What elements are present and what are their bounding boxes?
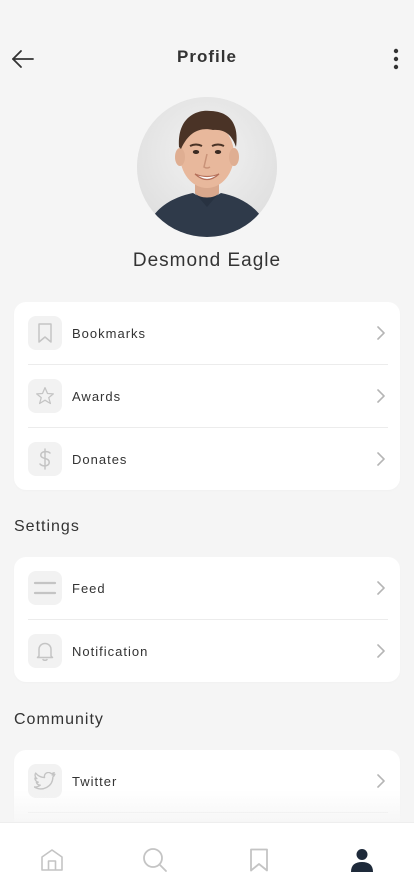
menu-item-donates[interactable]: Donates [28,427,388,490]
settings-section-title: Settings [14,518,80,535]
menu-item-label: Awards [72,388,122,404]
twitter-icon-wrap [28,764,62,798]
menu-item-bookmarks[interactable]: Bookmarks [28,302,388,364]
menu-item-awards[interactable]: Awards [28,364,388,427]
menu-item-label: Feed [72,580,106,596]
avatar[interactable] [137,97,277,237]
chevron-right-icon [374,389,388,403]
menu-item-label: Notification [72,643,149,659]
tab-bookmarks[interactable] [239,843,279,877]
home-icon [40,849,63,871]
star-icon [36,387,54,405]
page-title: Profile [177,47,237,66]
tab-search[interactable] [135,843,175,877]
menu-item-label: Donates [72,451,128,467]
bookmark-icon [249,848,268,872]
more-options-button[interactable] [386,44,406,74]
more-vertical-icon [393,48,399,70]
menu-item-label: Bookmarks [72,325,147,341]
bookmark-icon-wrap [28,316,62,350]
twitter-icon [34,772,56,790]
user-name: Desmond Eagle [132,250,282,271]
community-section-title: Community [14,711,104,728]
chevron-right-icon [374,644,388,658]
bell-icon-wrap [28,634,62,668]
bell-icon [36,642,54,661]
chevron-right-icon [374,326,388,340]
star-icon-wrap [28,379,62,413]
chevron-right-icon [374,581,388,595]
menu-item-feed[interactable]: Feed [28,557,388,619]
search-icon [143,848,168,872]
menu-item-twitter[interactable]: Twitter [28,750,388,812]
avatar-photo [137,97,277,237]
dollar-icon-wrap [28,442,62,476]
tab-home[interactable] [32,843,72,877]
tab-bar [0,822,414,896]
bookmark-icon [38,323,52,343]
menu-item-notification[interactable]: Notification [28,619,388,682]
community-card: Twitter [14,750,400,830]
feed-icon [33,581,57,595]
profile-icon [351,849,374,872]
menu-item-label: Twitter [72,773,118,789]
chevron-right-icon [374,452,388,466]
feed-icon-wrap [28,571,62,605]
settings-card: Feed Notification [14,557,400,682]
chevron-right-icon [374,774,388,788]
dollar-icon [39,448,51,470]
account-card: Bookmarks Awards Donates [14,302,400,490]
tab-profile[interactable] [342,843,382,877]
